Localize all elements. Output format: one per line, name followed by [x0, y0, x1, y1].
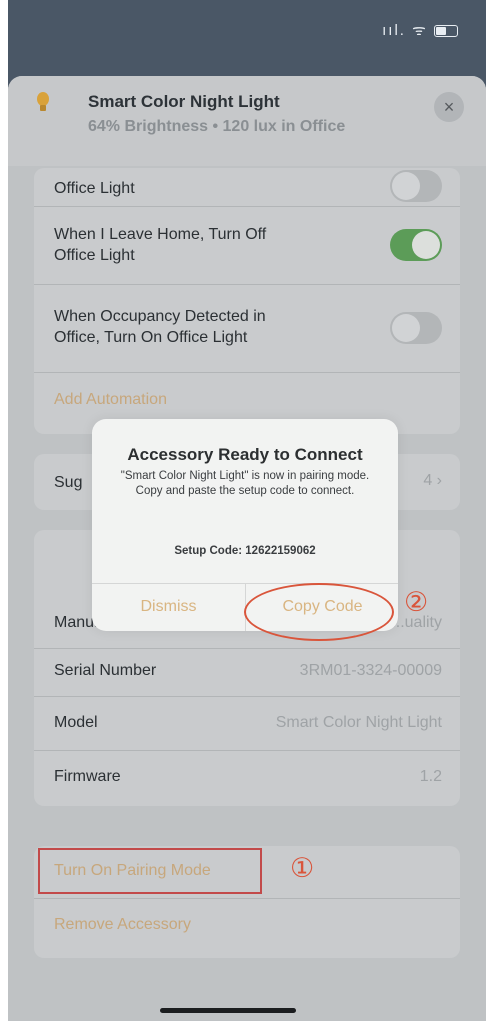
home-indicator [160, 1008, 296, 1013]
automation-label: When I Leave Home, Turn Off Office Light [54, 224, 266, 266]
toggle-knob [392, 314, 420, 342]
info-value: 1.2 [419, 768, 442, 785]
accessory-status: 64% Brightness • 120 lux in Office [88, 118, 346, 135]
automation-label-line: When Occupancy Detected in [54, 308, 266, 325]
setup-code: Setup Code: 12622159062 [174, 545, 316, 557]
automation-label-line: When I Leave Home, Turn Off [54, 226, 267, 243]
status-bar: ııl. ᯤ [8, 0, 486, 70]
dismiss-button[interactable]: Dismiss [92, 583, 245, 631]
signal-icon: ııl. [382, 22, 406, 39]
info-row: Firmware 1.2 [34, 750, 460, 806]
action-row[interactable]: Remove Accessory [34, 898, 460, 958]
close-button[interactable]: × [434, 92, 464, 122]
info-value: 3RM01-3324-00009 [299, 662, 442, 679]
info-value: Smart Color Night Light [275, 714, 442, 731]
suggestions-label: Sug [54, 474, 83, 491]
battery-icon [434, 25, 458, 38]
wifi-icon: ᯤ [412, 22, 428, 39]
copy-code-highlight [244, 583, 394, 641]
info-label: Model [54, 714, 98, 731]
step-two-marker: ② [404, 587, 429, 618]
status-icons: ııl. ᯤ [382, 20, 458, 40]
dialog-message: "Smart Color Night Light" is now in pair… [120, 470, 370, 497]
automation-label-line: Office, Turn On Office Light [54, 329, 248, 346]
step-one-marker: ① [290, 853, 315, 884]
bulb-icon [37, 92, 49, 111]
automation-toggle[interactable] [390, 229, 442, 261]
info-row: Serial Number 3RM01-3324-00009 [34, 648, 460, 697]
info-label: Firmware [54, 768, 121, 785]
sheet-header: Smart Color Night Light 64% Brightness •… [8, 76, 486, 166]
remove-accessory-button[interactable]: Remove Accessory [54, 916, 191, 934]
automation-row[interactable]: When Occupancy Detected in Office, Turn … [34, 284, 460, 373]
info-label: Serial Number [54, 662, 157, 679]
automation-toggle[interactable] [390, 170, 442, 202]
automation-row[interactable]: When I Leave Home, Turn Off Office Light [34, 206, 460, 285]
accessory-title: Smart Color Night Light [88, 92, 280, 111]
toggle-knob [392, 172, 420, 200]
info-row: Model Smart Color Night Light [34, 696, 460, 751]
automation-label-line: Office Light [54, 247, 135, 264]
automation-toggle[interactable] [390, 312, 442, 344]
suggestions-value: 4 › [423, 472, 442, 489]
automation-label: When Occupancy Detected in Office, Turn … [54, 306, 266, 348]
automation-row[interactable]: Office Light [34, 168, 460, 207]
pairing-mode-highlight [38, 848, 262, 894]
dialog-title: Accessory Ready to Connect [127, 445, 363, 464]
add-automation-button[interactable]: Add Automation [54, 391, 167, 409]
automation-label: Office Light [54, 180, 135, 197]
toggle-knob [412, 231, 440, 259]
automations-group: Office Light When I Leave Home, Turn Off… [34, 168, 460, 434]
